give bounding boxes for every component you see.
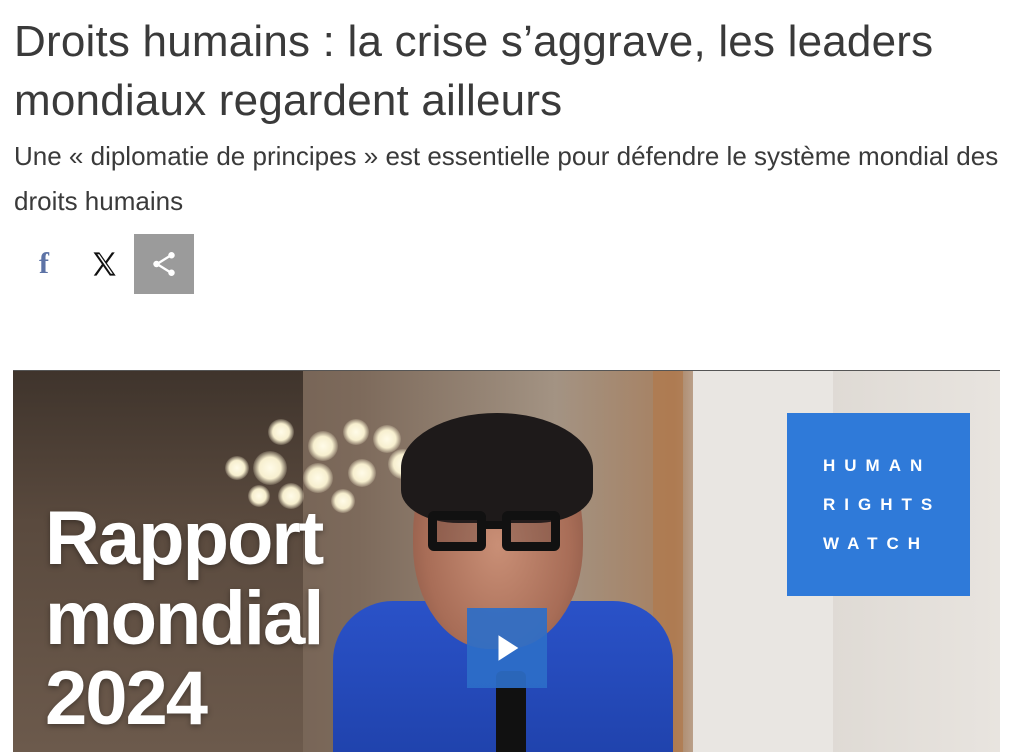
chandelier-light	[343, 419, 369, 445]
speaker-hair	[401, 413, 593, 523]
facebook-share-button[interactable]: f	[14, 234, 74, 294]
x-icon	[93, 252, 116, 276]
article-subtitle: Une « diplomatie de principes » est esse…	[14, 141, 999, 216]
speaker-glasses	[428, 511, 568, 557]
chandelier-light	[225, 456, 249, 480]
article-headline: Droits humains : la crise s’aggrave, les…	[14, 17, 934, 125]
share-icon	[153, 252, 175, 276]
chandelier-light	[331, 489, 355, 513]
share-button[interactable]	[134, 234, 194, 294]
hrw-logo-line: WATCH	[823, 534, 930, 553]
report-title: Rapport mondial 2024	[45, 496, 324, 741]
report-title-line: mondial	[45, 576, 324, 661]
play-button[interactable]	[467, 608, 547, 688]
chandelier-light	[373, 425, 401, 453]
hrw-logo: HUMAN RIGHTS WATCH	[787, 413, 970, 596]
chandelier-light	[348, 459, 376, 487]
chandelier-light	[253, 451, 287, 485]
video-player[interactable]: Rapport mondial 2024 HUMAN RIGHTS WATCH	[13, 370, 1000, 752]
share-bar: f	[14, 234, 194, 294]
chandelier-light	[303, 463, 333, 493]
report-title-line: Rapport	[45, 496, 324, 581]
hrw-logo-line: HUMAN	[823, 456, 932, 475]
chandelier-light	[268, 419, 294, 445]
report-title-line: 2024	[45, 656, 208, 741]
play-icon	[498, 635, 519, 661]
facebook-icon: f	[39, 247, 49, 280]
x-share-button[interactable]	[74, 234, 134, 294]
hrw-logo-line: RIGHTS	[823, 495, 942, 514]
chandelier-light	[308, 431, 338, 461]
